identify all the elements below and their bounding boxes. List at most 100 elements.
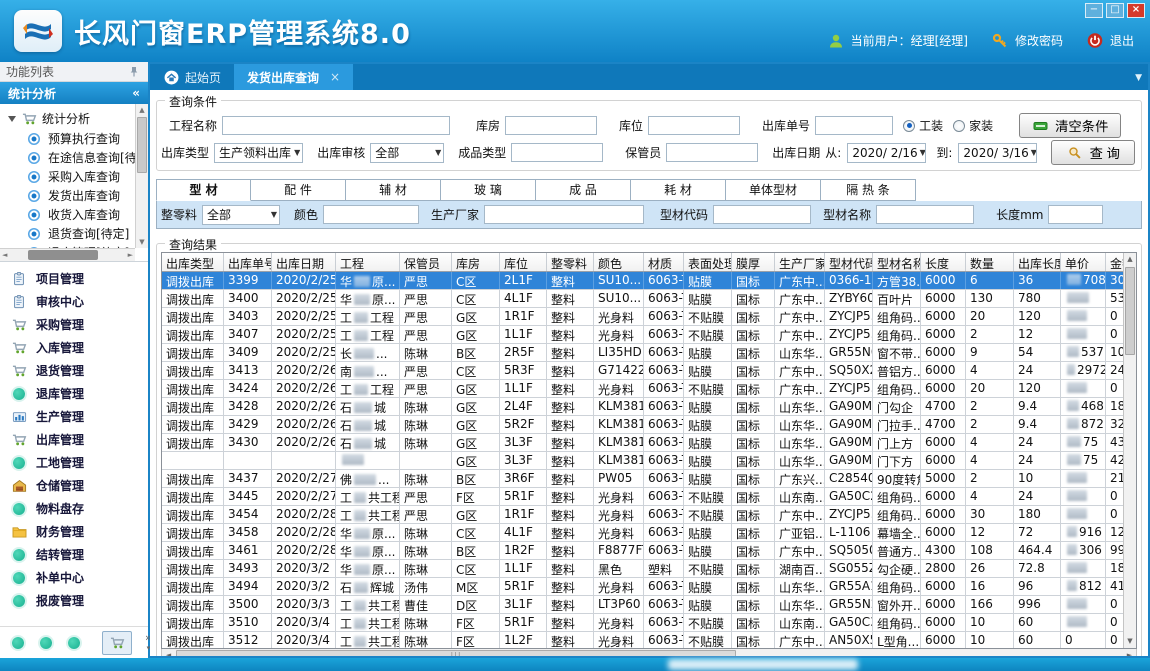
material-tab[interactable]: 单体型材 — [726, 179, 821, 201]
table-row[interactable]: 调拨出库34132020/2/26南...严思C区5R3F整料G71422606… — [162, 362, 1136, 380]
length-input[interactable] — [1048, 205, 1103, 224]
table-row[interactable]: 调拨出库33992020/2/25华原...严思C区2L1F整料SU10...6… — [162, 272, 1136, 290]
grid-scroll-left-icon[interactable]: ◄ — [162, 649, 175, 656]
gongzhuang-radio[interactable] — [903, 120, 915, 132]
collapse-icon[interactable]: « — [132, 86, 140, 100]
grid-scroll-up-icon[interactable]: ▲ — [1124, 253, 1136, 266]
tree-vertical-scrollbar[interactable]: ▲ ▼ — [135, 104, 148, 248]
scroll-right-icon[interactable]: ► — [128, 249, 133, 261]
table-row[interactable]: 调拨出库34302020/2/26石城陈琳G区3L3F整料KLM38176063… — [162, 434, 1136, 452]
maximize-button[interactable]: □ — [1106, 3, 1124, 18]
material-tab[interactable]: 辅 材 — [346, 179, 441, 201]
sidebar-item-dot[interactable]: 物料盘存 — [0, 497, 148, 520]
tree-item[interactable]: 发货出库查询 — [6, 186, 132, 205]
sidebar-item-dot[interactable]: 退库管理 — [0, 382, 148, 405]
profile-code-input[interactable] — [713, 205, 811, 224]
close-tab-icon[interactable]: × — [330, 70, 340, 84]
table-row[interactable]: 调拨出库34292020/2/26石城陈琳G区5R2F整料KLM38176063… — [162, 416, 1136, 434]
sidebar-section-statistics[interactable]: 统计分析 « — [0, 82, 148, 104]
column-header-date[interactable]: 出库日期 — [272, 253, 336, 271]
column-header-len[interactable]: 长度 — [921, 253, 966, 271]
sidebar-item-cart[interactable]: 出库管理 — [0, 428, 148, 451]
tree-item[interactable]: 在途信息查询[待 — [6, 148, 132, 167]
sidebar-item-dot[interactable]: 补单中心 — [0, 566, 148, 589]
table-row[interactable]: 调拨出库34372020/2/27佛...陈琳B区3R6F整料PW056063-… — [162, 470, 1136, 488]
project-name-input[interactable] — [222, 116, 450, 135]
date-to-picker[interactable]: 2020/ 3/16▼ — [958, 143, 1037, 163]
sidebar-item-clipboard[interactable]: 审核中心 — [0, 290, 148, 313]
material-tab[interactable]: 玻 璃 — [441, 179, 536, 201]
column-header-mat[interactable]: 材质 — [644, 253, 684, 271]
table-row[interactable]: G区3L3F整料KLM38176063-T5贴膜国标山东华...GA90M09.… — [162, 452, 1136, 470]
table-row[interactable]: 调拨出库34072020/2/25工工程严思G区1L1F整料光身料6063-T5… — [162, 326, 1136, 344]
tab-home[interactable]: 起始页 — [150, 64, 234, 90]
table-row[interactable]: 调拨出库34612020/2/28华原...陈琳B区1R2F整料F8877FT6… — [162, 542, 1136, 560]
tree-item[interactable]: 收货入库查询 — [6, 205, 132, 224]
table-row[interactable]: 调拨出库35122020/3/4工共工程陈琳F区1L2F整料光身料6063-T5… — [162, 632, 1136, 649]
sidebar-item-clipboard[interactable]: 项目管理 — [0, 267, 148, 290]
clear-conditions-button[interactable]: 清空条件 — [1019, 113, 1121, 138]
table-row[interactable]: 调拨出库34932020/3/2华原...陈琳C区1L1F整料黑色塑料不贴膜国标… — [162, 560, 1136, 578]
out-type-select[interactable]: 生产领料出库▼ — [214, 143, 303, 163]
sidebar-item-cart[interactable]: 退货管理 — [0, 359, 148, 382]
tree-root-statistics[interactable]: 统计分析 — [6, 108, 132, 129]
column-header-film[interactable]: 膜厚 — [732, 253, 775, 271]
column-header-keeper[interactable]: 保管员 — [400, 253, 452, 271]
sidebar-item-folder[interactable]: 财务管理 — [0, 520, 148, 543]
column-header-price[interactable]: 单价 — [1061, 253, 1106, 271]
pin-icon[interactable] — [126, 64, 142, 80]
column-header-code[interactable]: 型材代码 — [825, 253, 873, 271]
warehouse-input[interactable] — [505, 116, 597, 135]
tree-expander-icon[interactable] — [8, 116, 16, 122]
table-row[interactable]: 调拨出库34002020/2/25华原...严思C区4L1F整料SU10...6… — [162, 290, 1136, 308]
order-no-input[interactable] — [815, 116, 893, 135]
grid-vscroll-thumb[interactable] — [1125, 267, 1135, 355]
table-row[interactable]: 调拨出库34452020/2/27工共工程严思F区5R1F整料光身料6063-T… — [162, 488, 1136, 506]
material-tab[interactable]: 配 件 — [251, 179, 346, 201]
table-row[interactable]: 调拨出库34582020/2/28华原...陈琳C区4L1F整料光身料6063-… — [162, 524, 1136, 542]
search-button[interactable]: 查 询 — [1051, 140, 1135, 165]
tree-item[interactable]: 预算执行查询 — [6, 129, 132, 148]
maker-input[interactable] — [484, 205, 644, 224]
material-tab[interactable]: 型 材 — [156, 179, 251, 201]
material-tab[interactable]: 成 品 — [536, 179, 631, 201]
column-header-order[interactable]: 出库单号 — [224, 253, 272, 271]
tree-horizontal-scrollbar[interactable]: ◄ ► — [0, 248, 135, 261]
grid-scroll-right-icon[interactable]: ► — [1123, 649, 1136, 656]
table-row[interactable]: 调拨出库34092020/2/25长...陈琳B区2R5F整料LI35HD606… — [162, 344, 1136, 362]
column-header-outlen[interactable]: 出库长度 — [1014, 253, 1061, 271]
column-header-loc[interactable]: 库位 — [500, 253, 547, 271]
jiazhuang-radio[interactable] — [953, 120, 965, 132]
logout-button[interactable]: 退出 — [1110, 32, 1134, 49]
scroll-down-icon[interactable]: ▼ — [136, 236, 148, 248]
column-header-color[interactable]: 颜色 — [594, 253, 644, 271]
profile-name-input[interactable] — [876, 205, 974, 224]
sidebar-item-dot[interactable]: 报废管理 — [0, 589, 148, 612]
column-header-qty[interactable]: 数量 — [966, 253, 1014, 271]
sidebar-item-garage[interactable]: 仓储管理 — [0, 474, 148, 497]
table-row[interactable]: 调拨出库35102020/3/4工共工程陈琳F区5R1F整料光身料6063-T5… — [162, 614, 1136, 632]
column-header-wh[interactable]: 库房 — [452, 253, 500, 271]
table-row[interactable]: 调拨出库35002020/3/3工共工程曹佳D区3L1F整料LT3P606063… — [162, 596, 1136, 614]
sidebar-item-dot[interactable]: 工地管理 — [0, 451, 148, 474]
table-row[interactable]: 调拨出库34282020/2/26石城陈琳G区2L4F整料KLM38176063… — [162, 398, 1136, 416]
minimize-button[interactable]: − — [1085, 3, 1103, 18]
tab-active[interactable]: 发货出库查询× — [234, 64, 353, 90]
table-row[interactable]: 调拨出库34542020/2/28工共工程严思G区1R1F整料光身料6063-T… — [162, 506, 1136, 524]
grid-horizontal-scrollbar[interactable]: ◄ ||| ► — [161, 649, 1137, 656]
material-tab[interactable]: 耗 材 — [631, 179, 726, 201]
table-row[interactable]: 调拨出库34242020/2/26工工程严思G区1L1F整料光身料6063-T5… — [162, 380, 1136, 398]
table-row[interactable]: 调拨出库34032020/2/25工工程严思G区1R1F整料光身料6063-T5… — [162, 308, 1136, 326]
sidebar-item-cart[interactable]: 入库管理 — [0, 336, 148, 359]
scroll-up-icon[interactable]: ▲ — [136, 104, 148, 116]
column-header-proj[interactable]: 工程 — [336, 253, 400, 271]
close-button[interactable]: × — [1127, 3, 1145, 18]
date-from-picker[interactable]: 2020/ 2/16▼ — [847, 143, 926, 163]
whole-select[interactable]: 全部▼ — [202, 205, 280, 225]
column-header-type[interactable]: 出库类型 — [162, 253, 224, 271]
keeper-input[interactable] — [666, 143, 758, 162]
sidebar-item-cart[interactable]: 采购管理 — [0, 313, 148, 336]
out-audit-select[interactable]: 全部▼ — [370, 143, 444, 163]
column-header-maker[interactable]: 生产厂家 — [775, 253, 825, 271]
column-header-surf[interactable]: 表面处理 — [684, 253, 732, 271]
